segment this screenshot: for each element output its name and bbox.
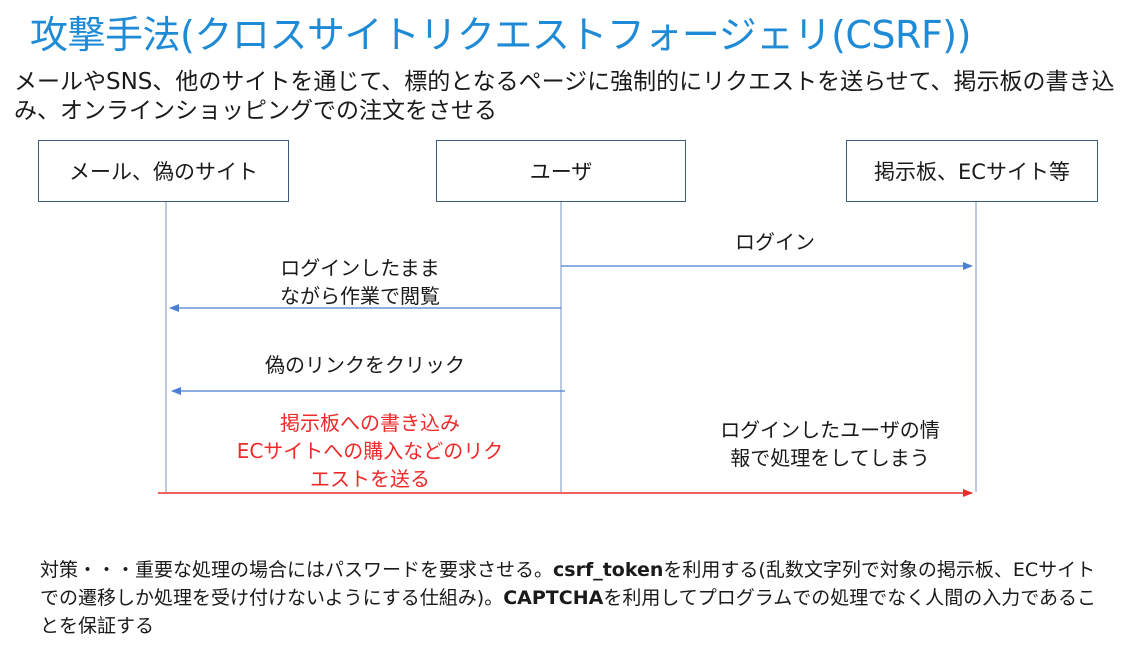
msg-processed: ログインしたユーザの情 報で処理をしてしまう: [690, 416, 970, 472]
countermeasure-part1: 対策・・・重要な処理の場合にはパスワードを要求させる。: [40, 559, 554, 581]
msg-forced-line1: 掲示板への書き込み: [280, 411, 460, 435]
msg-click-fake-link: 偽のリンクをクリック: [235, 351, 495, 379]
msg-forced-line2: ECサイトへの購入などのリク: [236, 439, 504, 463]
msg-browse-line1: ログインしたまま: [280, 256, 440, 280]
msg-processed-line1: ログインしたユーザの情: [720, 418, 940, 442]
msg-browse-line2: ながら作業で閲覧: [280, 284, 440, 308]
msg-login-text: ログイン: [735, 230, 815, 254]
msg-browse: ログインしたまま ながら作業で閲覧: [250, 254, 470, 310]
msg-forced-line3: エストを送る: [310, 467, 430, 491]
countermeasure-token: csrf_token: [553, 559, 664, 581]
countermeasure-note: 対策・・・重要な処理の場合にはパスワードを要求させる。csrf_tokenを利用…: [40, 556, 1100, 640]
msg-forced-request: 掲示板への書き込み ECサイトへの購入などのリク エストを送る: [200, 409, 540, 493]
msg-login: ログイン: [700, 228, 850, 256]
sequence-diagram: [158, 202, 977, 497]
msg-processed-line2: 報で処理をしてしまう: [730, 446, 930, 470]
countermeasure-captcha: CAPTCHA: [503, 587, 604, 609]
msg-click-fake-link-text: 偽のリンクをクリック: [265, 353, 465, 377]
